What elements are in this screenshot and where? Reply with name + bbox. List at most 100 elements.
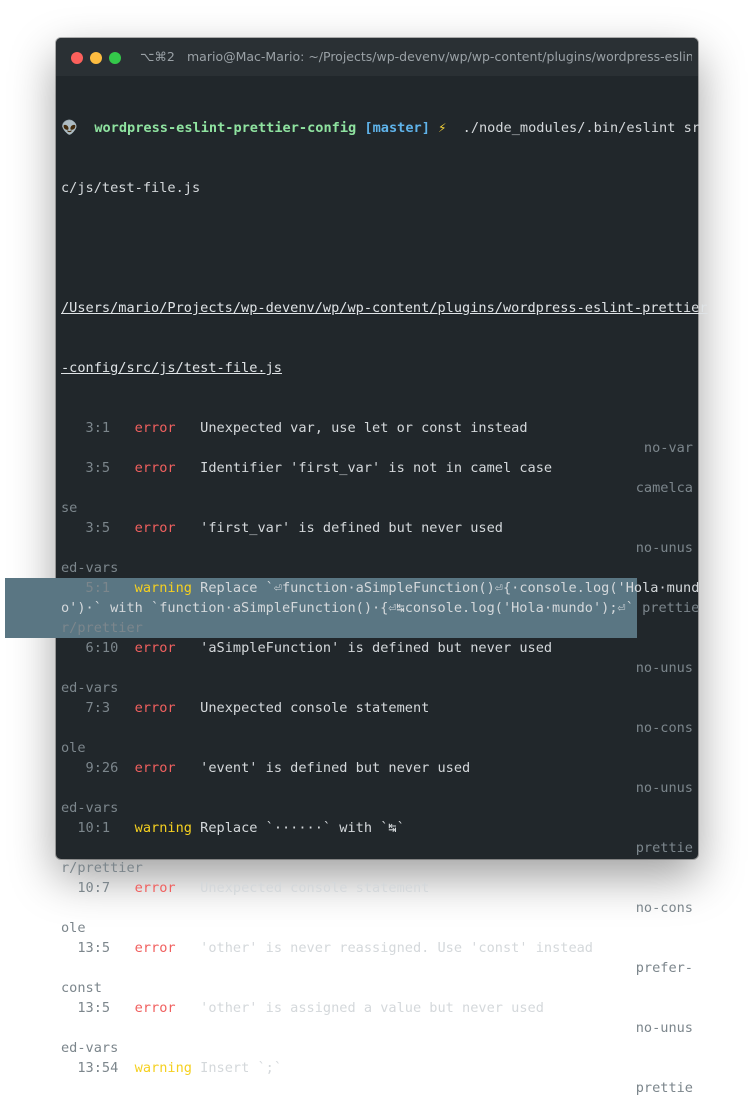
line-column: 13:5 [61, 1000, 119, 1016]
line-column: 6:10 [61, 640, 119, 656]
rule-wrap-row: ed-vars [61, 678, 693, 698]
lint-message: 'other' is never reassigned. Use 'const'… [200, 940, 593, 956]
lint-message: Unexpected var, use let or const instead [200, 420, 528, 436]
lint-message: Unexpected console statement [200, 880, 430, 896]
severity-label: error [134, 700, 176, 716]
rule-name: no-unus [635, 1020, 693, 1036]
rule-row: no-cons [61, 898, 693, 918]
lint-message: 'first_var' is defined but never used [200, 520, 503, 536]
line-column: 13:5 [61, 940, 119, 956]
terminal-output[interactable]: 👽 wordpress-eslint-prettier-config [mast… [61, 78, 708, 1118]
line-column: 5:1 [61, 580, 119, 596]
rule-name: prettie [635, 840, 693, 856]
line-column: 13:54 [61, 1060, 119, 1076]
prompt-line-2: c/js/test-file.js [61, 178, 693, 198]
rule-wrap-row: ole [61, 918, 693, 938]
rule-name: no-unus [635, 660, 693, 676]
lint-result-row: 5:1 warning Replace `⏎function·aSimpleFu… [61, 578, 700, 598]
severity-padding [176, 460, 201, 476]
lint-result-row: 3:5 error Identifier 'first_var' is not … [61, 458, 693, 478]
file-path-line-1[interactable]: /Users/mario/Projects/wp-devenv/wp/wp-co… [61, 298, 708, 318]
severity-padding [192, 580, 200, 596]
command-text: ./node_modules/.bin/eslint sr [446, 120, 700, 136]
severity-label: error [134, 760, 176, 776]
lint-result-row: 10:1 warning Replace `······` with `↹` [61, 818, 693, 838]
severity-label: error [134, 640, 176, 656]
rule-wrap-row: ed-vars [61, 1038, 693, 1058]
lint-message: Identifier 'first_var' is not in camel c… [200, 460, 553, 476]
lint-message: Replace `⏎function·aSimpleFunction()⏎{·c… [200, 580, 700, 596]
rule-name-wrap: ed-vars [61, 1040, 119, 1056]
line-column: 9:26 [61, 760, 119, 776]
rule-wrap-row: ed-vars [61, 798, 693, 818]
line-column: 3:1 [61, 420, 119, 436]
rule-name: prettie [642, 600, 700, 616]
rule-name: no-unus [635, 540, 693, 556]
lint-result-row: 3:1 error Unexpected var, use let or con… [61, 418, 693, 438]
lint-result-row: 9:26 error 'event' is defined but never … [61, 758, 693, 778]
maximize-button[interactable] [109, 52, 121, 64]
close-button[interactable] [71, 52, 83, 64]
severity-padding [176, 760, 201, 776]
rule-wrap-row: const [61, 978, 693, 998]
severity-label: error [134, 460, 176, 476]
severity-label: warning [134, 1060, 192, 1076]
severity-padding [176, 880, 201, 896]
rule-row: no-unus [61, 1018, 693, 1038]
rule-name: no-cons [635, 720, 693, 736]
severity-padding [176, 640, 201, 656]
rule-name-wrap: r/prettier [61, 860, 143, 876]
rule-name-wrap: ed-vars [61, 680, 119, 696]
file-path-line-2[interactable]: -config/src/js/test-file.js [61, 358, 693, 378]
rule-name: no-var [643, 440, 693, 456]
title-bar[interactable]: ⌥⌘2 mario@Mac-Mario: ~/Projects/wp-deven… [56, 38, 698, 76]
rule-row: no-unus [61, 538, 693, 558]
severity-padding [176, 520, 201, 536]
rule-row: no-cons [61, 718, 693, 738]
rule-name: camelca [635, 480, 693, 496]
file-path-wrap[interactable]: -config/src/js/test-file.js [61, 360, 282, 376]
rule-wrap-row: r/prettier [61, 618, 693, 638]
rule-row: prettie [61, 838, 693, 858]
prompt-directory: wordpress-eslint-prettier-config [94, 120, 357, 136]
rule-name-wrap: ole [61, 740, 86, 756]
line-column: 10:1 [61, 820, 119, 836]
severity-label: error [134, 420, 176, 436]
lint-message: 'other' is assigned a value but never us… [200, 1000, 544, 1016]
lint-message: Replace `······` with `↹` [200, 820, 405, 836]
rule-name-wrap: const [61, 980, 102, 996]
severity-label: error [134, 880, 176, 896]
lint-message: Unexpected console statement [200, 700, 430, 716]
severity-padding [176, 1000, 201, 1016]
alien-icon: 👽 [61, 120, 78, 136]
rule-row: prettie [61, 1078, 693, 1098]
command-text-wrap: c/js/test-file.js [61, 180, 201, 196]
severity-label: error [134, 520, 176, 536]
lint-result-row: 3:5 error 'first_var' is defined but nev… [61, 518, 693, 538]
severity-padding [176, 700, 201, 716]
lint-message-wrap-row: o')·` with `function·aSimpleFunction()·{… [61, 598, 699, 618]
rule-wrap-row: ole [61, 738, 693, 758]
git-branch: [master] [364, 120, 430, 136]
window-title: mario@Mac-Mario: ~/Projects/wp-devenv/wp… [187, 49, 692, 64]
minimize-button[interactable] [90, 52, 102, 64]
line-column: 3:5 [61, 520, 119, 536]
rule-wrap-row: ed-vars [61, 558, 693, 578]
severity-label: warning [134, 580, 192, 596]
rule-wrap-row: r/prettier [61, 858, 693, 878]
rule-name: prefer- [635, 960, 693, 976]
file-path[interactable]: /Users/mario/Projects/wp-devenv/wp/wp-co… [61, 300, 708, 316]
line-column: 7:3 [61, 700, 119, 716]
severity-label: warning [134, 820, 192, 836]
severity-padding [192, 820, 200, 836]
rule-row: camelca [61, 478, 693, 498]
line-column: 10:7 [61, 880, 119, 896]
severity-padding [176, 420, 201, 436]
rule-name: prettie [635, 1080, 693, 1096]
severity-padding [192, 1060, 200, 1076]
lint-message-wrap: o')·` with `function·aSimpleFunction()·{… [61, 600, 634, 616]
rule-name-wrap: ed-vars [61, 800, 119, 816]
lint-result-row: 13:5 error 'other' is never reassigned. … [61, 938, 693, 958]
rule-wrap-row: se [61, 498, 693, 518]
lint-result-row: 13:54 warning Insert `;` [61, 1058, 693, 1078]
